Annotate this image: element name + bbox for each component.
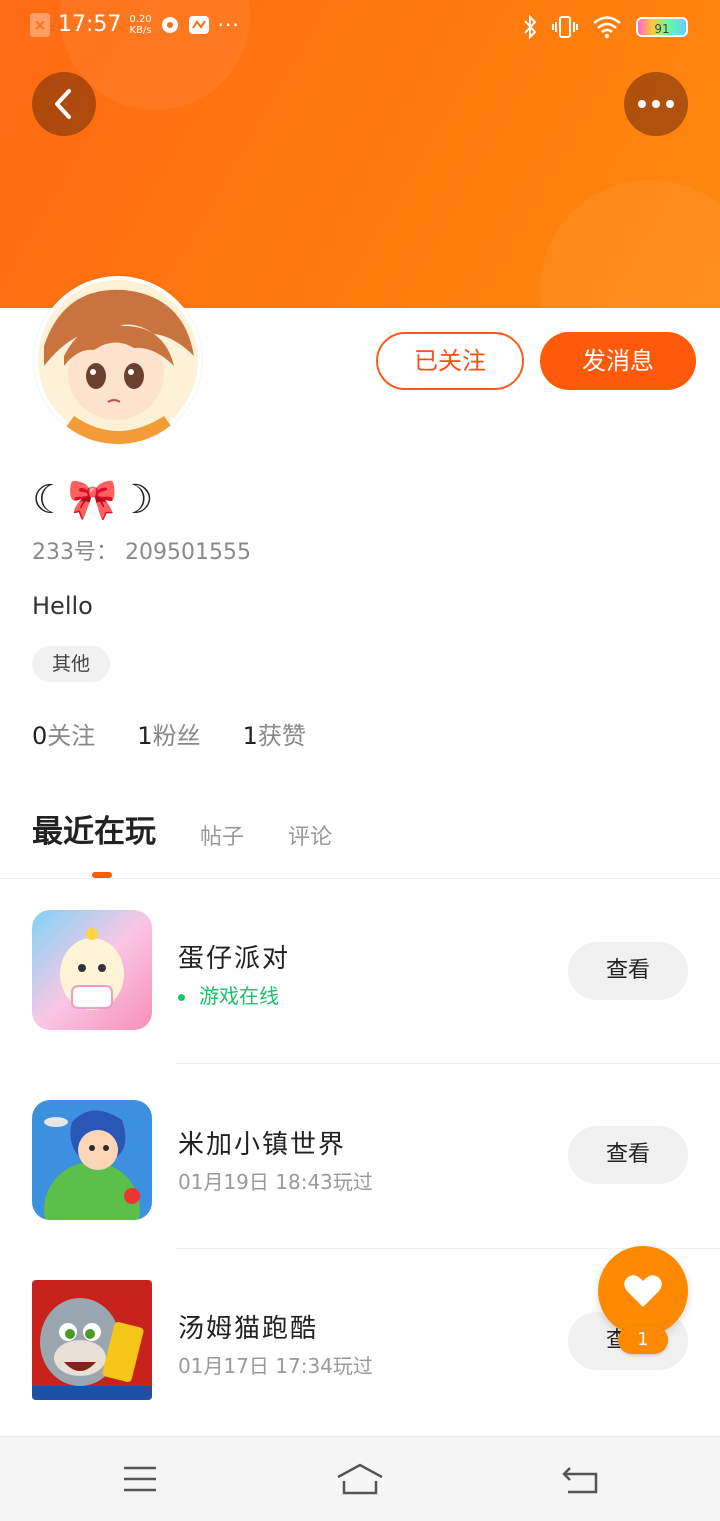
game-icon-miga-town[interactable] (32, 1100, 152, 1220)
more-dots-icon (638, 100, 674, 108)
speed-unit: KB/s (129, 24, 152, 36)
profile-stats: 0关注 1粉丝 1获赞 (32, 716, 306, 751)
game-status: 游戏在线 (178, 980, 279, 1009)
tab-posts[interactable]: 帖子 (200, 819, 244, 855)
network-speed: 0.20 KB/s (129, 14, 151, 36)
game-status-text: 游戏在线 (199, 984, 279, 1008)
message-app-icon (188, 15, 209, 34)
vibrate-icon (552, 16, 578, 38)
more-options-button[interactable] (624, 72, 688, 136)
stat-following-count: 0 (32, 722, 48, 750)
system-nav-bar (0, 1436, 720, 1521)
like-count-badge: 1 (618, 1326, 668, 1354)
tabs-divider (0, 878, 720, 879)
user-id: 233号： 209501555 (32, 540, 251, 565)
row-divider (176, 1063, 720, 1064)
online-dot-icon (178, 994, 185, 1001)
avatar[interactable] (34, 276, 202, 444)
nav-back-button[interactable] (556, 1455, 604, 1503)
status-more-dots: ··· (217, 12, 240, 37)
game-icon-eggy-party[interactable] (32, 910, 152, 1030)
back-icon (562, 1467, 598, 1494)
avatar-image (38, 280, 198, 444)
nav-home-button[interactable] (336, 1455, 384, 1503)
game-title: 蛋仔派对 (178, 944, 291, 974)
chevron-left-icon (55, 89, 71, 119)
stat-following[interactable]: 0关注 (32, 716, 95, 751)
stat-fans[interactable]: 1粉丝 (137, 716, 200, 751)
back-button[interactable] (32, 72, 96, 136)
nav-menu-button[interactable] (116, 1455, 164, 1503)
user-bio: Hello (32, 592, 93, 620)
game-title: 汤姆猫跑酷 (178, 1314, 319, 1344)
bluetooth-icon (524, 14, 537, 40)
stat-likes[interactable]: 1获赞 (243, 716, 306, 751)
view-button[interactable]: 查看 (568, 1126, 688, 1184)
stat-likes-count: 1 (242, 722, 258, 750)
menu-icon (124, 1466, 156, 1492)
stat-likes-label: 获赞 (257, 722, 306, 750)
speed-value: 0.20 (129, 13, 152, 25)
tab-comments[interactable]: 评论 (288, 819, 332, 855)
status-time: 17:57 (58, 12, 122, 37)
battery-indicator: 91 (636, 17, 688, 37)
game-status: 01月19日 18:43玩过 (178, 1170, 373, 1194)
banner-decoration (540, 180, 720, 308)
stat-following-label: 关注 (47, 722, 96, 750)
chat-bubble-icon (161, 16, 178, 33)
followed-button[interactable]: 已关注 (376, 332, 524, 390)
game-status: 01月17日 17:34玩过 (178, 1354, 373, 1378)
stat-fans-count: 1 (137, 722, 153, 750)
content-tabs: 最近在玩 帖子 评论 (32, 806, 332, 855)
game-icon-tom-gold-run[interactable] (32, 1280, 152, 1400)
game-list-item[interactable]: 米加小镇世界 01月19日 18:43玩过 查看 (0, 1098, 720, 1284)
tab-recently-played[interactable]: 最近在玩 (32, 806, 156, 855)
game-list-item[interactable]: 蛋仔派对 游戏在线 查看 (0, 910, 720, 1096)
view-button[interactable]: 查看 (568, 942, 688, 1000)
send-message-button[interactable]: 发消息 (540, 332, 696, 390)
notification-x-icon: × (30, 12, 50, 37)
status-bar: × 17:57 0.20 KB/s ··· 91 (0, 0, 720, 56)
user-nickname: ☾🎀☽ (32, 477, 154, 523)
user-tag: 其他 (32, 646, 111, 682)
home-icon (337, 1463, 383, 1495)
stat-fans-label: 粉丝 (152, 722, 201, 750)
wifi-icon (593, 16, 621, 39)
like-fab-button[interactable] (598, 1246, 688, 1336)
game-title: 米加小镇世界 (178, 1130, 347, 1160)
heart-icon (624, 1275, 662, 1307)
